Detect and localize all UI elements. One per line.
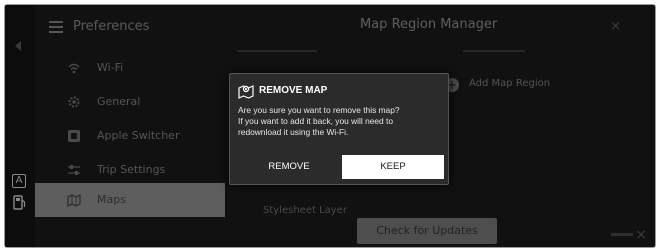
back-arrow-icon[interactable] (15, 41, 21, 51)
stylesheet-layer-label: Stylesheet Layer (263, 205, 347, 216)
sidebar-item-label: General (97, 95, 141, 108)
sidebar-item-trip-settings[interactable]: Trip Settings (35, 153, 225, 187)
header-title: Preferences (73, 19, 150, 34)
sidebar-item-apple-switcher[interactable]: Apple Switcher (35, 119, 225, 153)
left-rail: A (5, 5, 35, 247)
menu-icon[interactable] (49, 21, 63, 33)
dialog-message-line: If you want to add it back, you will nee… (238, 116, 394, 126)
sidebar-item-maps[interactable]: Maps (35, 183, 225, 217)
close-icon[interactable]: × (610, 19, 621, 34)
column-header-left (237, 50, 317, 52)
fuel-icon[interactable] (13, 195, 26, 210)
sliders-icon (68, 165, 80, 175)
dialog-message: Are you sure you want to remove this map… (238, 105, 444, 138)
app-window: A Preferences Map Region Manager × Wi-Fi (4, 4, 656, 248)
sidebar-item-label: Apple Switcher (97, 129, 180, 142)
remove-button[interactable]: REMOVE (238, 155, 340, 179)
wifi-icon (68, 63, 80, 74)
keep-button[interactable]: KEEP (342, 155, 444, 179)
sidebar-item-label: Wi-Fi (97, 61, 124, 74)
corner-close-icon[interactable]: × (635, 227, 647, 243)
a-mode-icon[interactable]: A (12, 174, 26, 188)
check-for-updates-button[interactable]: Check for Updates (357, 218, 497, 244)
sidebar-item-wifi[interactable]: Wi-Fi (35, 51, 225, 85)
column-header-right (463, 50, 525, 52)
sidebar-item-general[interactable]: General (35, 85, 225, 119)
header: Preferences Map Region Manager × (35, 5, 655, 49)
status-bar (611, 233, 633, 236)
sidebar-item-label: Maps (97, 193, 126, 206)
map-icon (67, 193, 81, 207)
dialog-message-line: redownload it using the Wi-Fi. (238, 127, 349, 137)
page-title: Map Region Manager (360, 17, 498, 32)
map-remove-icon (238, 85, 254, 99)
remove-map-dialog: REMOVE MAP Are you sure you want to remo… (229, 73, 449, 185)
add-map-region-link[interactable]: Add Map Region (469, 78, 550, 89)
gear-icon (68, 96, 80, 108)
dialog-title: REMOVE MAP (259, 85, 328, 96)
dialog-message-line: Are you sure you want to remove this map… (238, 105, 400, 115)
sidebar-item-label: Trip Settings (97, 163, 166, 176)
switch-icon (68, 130, 80, 142)
sidebar: Wi-Fi General Apple Switcher Trip Settin… (35, 49, 225, 247)
